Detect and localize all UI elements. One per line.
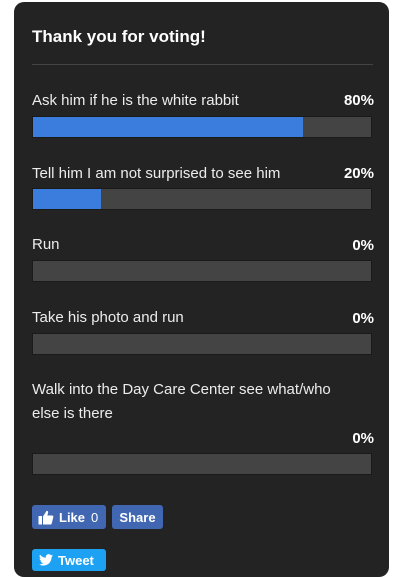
option-percent: 20% (343, 165, 374, 182)
facebook-share-button[interactable]: Share (112, 505, 163, 529)
result-bar (32, 116, 372, 138)
option-label: Run (32, 236, 60, 253)
share-label: Share (119, 509, 156, 525)
tweet-label: Tweet (58, 552, 94, 568)
result-bar (32, 188, 372, 210)
option-label: Walk into the Day Care Center see what/w… (32, 381, 331, 422)
option-label: Ask him if he is the white rabbit (32, 92, 239, 109)
result-bar (32, 260, 372, 282)
thumbs-up-icon (38, 510, 54, 525)
result-bar (32, 453, 372, 475)
title-divider (32, 64, 373, 65)
poll-results-card: Thank you for voting! Ask him if he is t… (14, 2, 389, 577)
option-label: Tell him I am not surprised to see him (32, 165, 281, 182)
poll-title: Thank you for voting! (32, 27, 206, 46)
result-bar (32, 333, 372, 355)
like-count: 0 (91, 509, 99, 525)
option-percent: 80% (343, 92, 374, 109)
option-percent: 0% (352, 237, 374, 254)
option-percent: 0% (352, 310, 374, 327)
twitter-bird-icon (39, 554, 53, 566)
facebook-like-button[interactable]: Like 0 (32, 505, 106, 529)
result-bar-fill (33, 189, 101, 209)
option-label: Take his photo and run (32, 309, 184, 326)
tweet-button[interactable]: Tweet (32, 549, 106, 571)
option-percent: 0% (352, 430, 374, 447)
result-bar-fill (33, 117, 304, 137)
like-label: Like (59, 509, 86, 525)
